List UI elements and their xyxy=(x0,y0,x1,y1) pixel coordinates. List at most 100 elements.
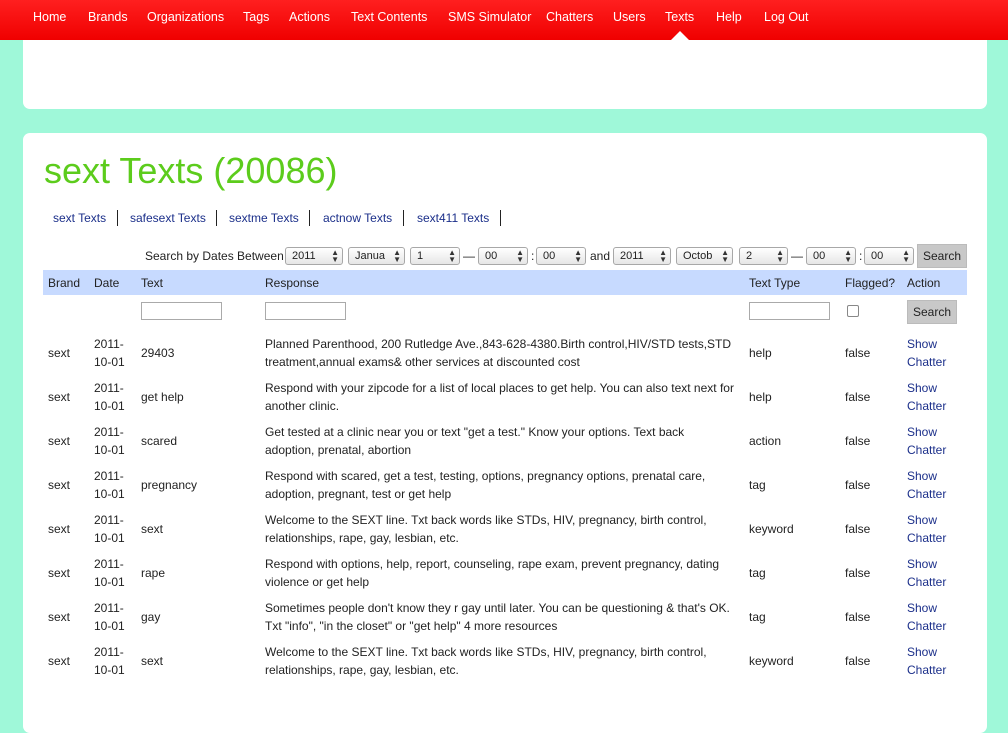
cell-action: Show Chatter xyxy=(907,643,946,679)
cell-brand: sext xyxy=(48,522,71,536)
divider xyxy=(216,210,217,226)
chatter-link[interactable]: Chatter xyxy=(907,617,946,635)
cell-flagged: false xyxy=(845,654,871,668)
brand-tab-safesext[interactable]: safesext Texts xyxy=(130,211,206,225)
table-row: sext 2011-10-01 29403 Planned Parenthood… xyxy=(0,331,1008,375)
column-header-text[interactable]: Text xyxy=(141,276,163,290)
table-row: sext 2011-10-01 rape Respond with option… xyxy=(0,551,1008,595)
from-month-select[interactable]: Janua ▲ ▼ xyxy=(348,247,405,265)
column-header-flagged[interactable]: Flagged? xyxy=(845,276,895,290)
to-month-select[interactable]: Octob ▲ ▼ xyxy=(676,247,733,265)
brand-tab-actnow[interactable]: actnow Texts xyxy=(323,211,392,225)
cell-date: 2011-10-01 xyxy=(94,381,125,413)
cell-text-type: tag xyxy=(749,566,766,580)
cell-action: Show Chatter xyxy=(907,379,946,415)
show-link[interactable]: Show xyxy=(907,467,946,485)
show-link[interactable]: Show xyxy=(907,335,946,353)
cell-text: pregnancy xyxy=(141,478,198,492)
flagged-filter-checkbox[interactable] xyxy=(847,305,859,317)
cell-text-type: tag xyxy=(749,610,766,624)
from-minute-select[interactable]: 00 ▲ ▼ xyxy=(536,247,586,265)
cell-response: Respond with scared, get a test, testing… xyxy=(265,469,706,501)
chatter-link[interactable]: Chatter xyxy=(907,661,946,679)
nav-help[interactable]: Help xyxy=(716,10,742,24)
cell-flagged: false xyxy=(845,434,871,448)
chevron-updown-icon: ▲ ▼ xyxy=(574,248,582,264)
to-year-select[interactable]: 2011 ▲ ▼ xyxy=(613,247,671,265)
divider xyxy=(403,210,404,226)
cell-text-type: help xyxy=(749,346,772,360)
chatter-link[interactable]: Chatter xyxy=(907,441,946,459)
cell-date: 2011-10-01 xyxy=(94,425,125,457)
chevron-updown-icon: ▲ ▼ xyxy=(448,248,456,264)
cell-date: 2011-10-01 xyxy=(94,513,125,545)
nav-users[interactable]: Users xyxy=(613,10,646,24)
cell-flagged: false xyxy=(845,478,871,492)
show-link[interactable]: Show xyxy=(907,555,946,573)
date-search-form: Search by Dates Between 2011 ▲ ▼ Janua ▲ ▼ 1… xyxy=(0,244,1008,268)
column-header-response[interactable]: Response xyxy=(265,276,319,290)
show-link[interactable]: Show xyxy=(907,379,946,397)
to-day-select[interactable]: 2 ▲ ▼ xyxy=(739,247,788,265)
from-hour-select[interactable]: 00 ▲ ▼ xyxy=(478,247,528,265)
column-header-action: Action xyxy=(907,276,941,290)
brand-tab-sext411[interactable]: sext411 Texts xyxy=(417,211,489,225)
column-header-date[interactable]: Date xyxy=(94,276,119,290)
cell-brand: sext xyxy=(48,566,71,580)
cell-flagged: false xyxy=(845,566,871,580)
cell-brand: sext xyxy=(48,654,71,668)
from-month-value: Janua xyxy=(355,250,385,262)
nav-brands[interactable]: Brands xyxy=(88,10,128,24)
nav-sms-simulator[interactable]: SMS Simulator xyxy=(448,10,531,24)
table-row: sext 2011-10-01 pregnancy Respond with s… xyxy=(0,463,1008,507)
to-minute-select[interactable]: 00 ▲ ▼ xyxy=(864,247,914,265)
show-link[interactable]: Show xyxy=(907,643,946,661)
nav-chatters[interactable]: Chatters xyxy=(546,10,593,24)
date-search-label: Search by Dates Between xyxy=(145,249,284,263)
from-year-select[interactable]: 2011 ▲ ▼ xyxy=(285,247,343,265)
nav-log-out[interactable]: Log Out xyxy=(764,10,808,24)
show-link[interactable]: Show xyxy=(907,511,946,529)
to-hour-select[interactable]: 00 ▲ ▼ xyxy=(806,247,856,265)
chatter-link[interactable]: Chatter xyxy=(907,485,946,503)
chevron-updown-icon: ▲ ▼ xyxy=(721,248,729,264)
from-minute-value: 00 xyxy=(543,250,556,262)
show-link[interactable]: Show xyxy=(907,599,946,617)
nav-text-contents[interactable]: Text Contents xyxy=(351,10,427,24)
cell-brand: sext xyxy=(48,434,71,448)
cell-text-type: help xyxy=(749,390,772,404)
nav-actions[interactable]: Actions xyxy=(289,10,330,24)
nav-tags[interactable]: Tags xyxy=(243,10,269,24)
brand-tab-sextme[interactable]: sextme Texts xyxy=(229,211,299,225)
chatter-link[interactable]: Chatter xyxy=(907,573,946,591)
table-row: sext 2011-10-01 gay Sometimes people don… xyxy=(0,595,1008,639)
cell-response: Welcome to the SEXT line. Txt back words… xyxy=(265,645,707,677)
chatter-link[interactable]: Chatter xyxy=(907,529,946,547)
cell-flagged: false xyxy=(845,610,871,624)
cell-text-type: keyword xyxy=(749,654,794,668)
response-filter-input[interactable] xyxy=(265,302,346,320)
chatter-link[interactable]: Chatter xyxy=(907,397,946,415)
cell-action: Show Chatter xyxy=(907,467,946,503)
filter-search-button[interactable]: Search xyxy=(907,300,957,324)
and-label: and xyxy=(590,249,611,263)
cell-text: 29403 xyxy=(141,346,175,360)
cell-text-type: keyword xyxy=(749,522,794,536)
from-day-select[interactable]: 1 ▲ ▼ xyxy=(410,247,460,265)
header-panel xyxy=(23,40,987,109)
cell-date: 2011-10-01 xyxy=(94,557,125,589)
cell-flagged: false xyxy=(845,522,871,536)
nav-texts[interactable]: Texts xyxy=(665,10,694,24)
chatter-link[interactable]: Chatter xyxy=(907,353,946,371)
nav-organizations[interactable]: Organizations xyxy=(147,10,224,24)
date-search-button[interactable]: Search xyxy=(917,244,967,268)
show-link[interactable]: Show xyxy=(907,423,946,441)
text-filter-input[interactable] xyxy=(141,302,222,320)
column-header-brand[interactable]: Brand xyxy=(48,276,80,290)
text-type-filter-input[interactable] xyxy=(749,302,830,320)
column-header-text-type[interactable]: Text Type xyxy=(749,276,800,290)
nav-home[interactable]: Home xyxy=(33,10,66,24)
brand-tab-sext[interactable]: sext Texts xyxy=(53,211,106,225)
active-nav-indicator xyxy=(671,31,689,40)
table-row: sext 2011-10-01 sext Welcome to the SEXT… xyxy=(0,639,1008,680)
